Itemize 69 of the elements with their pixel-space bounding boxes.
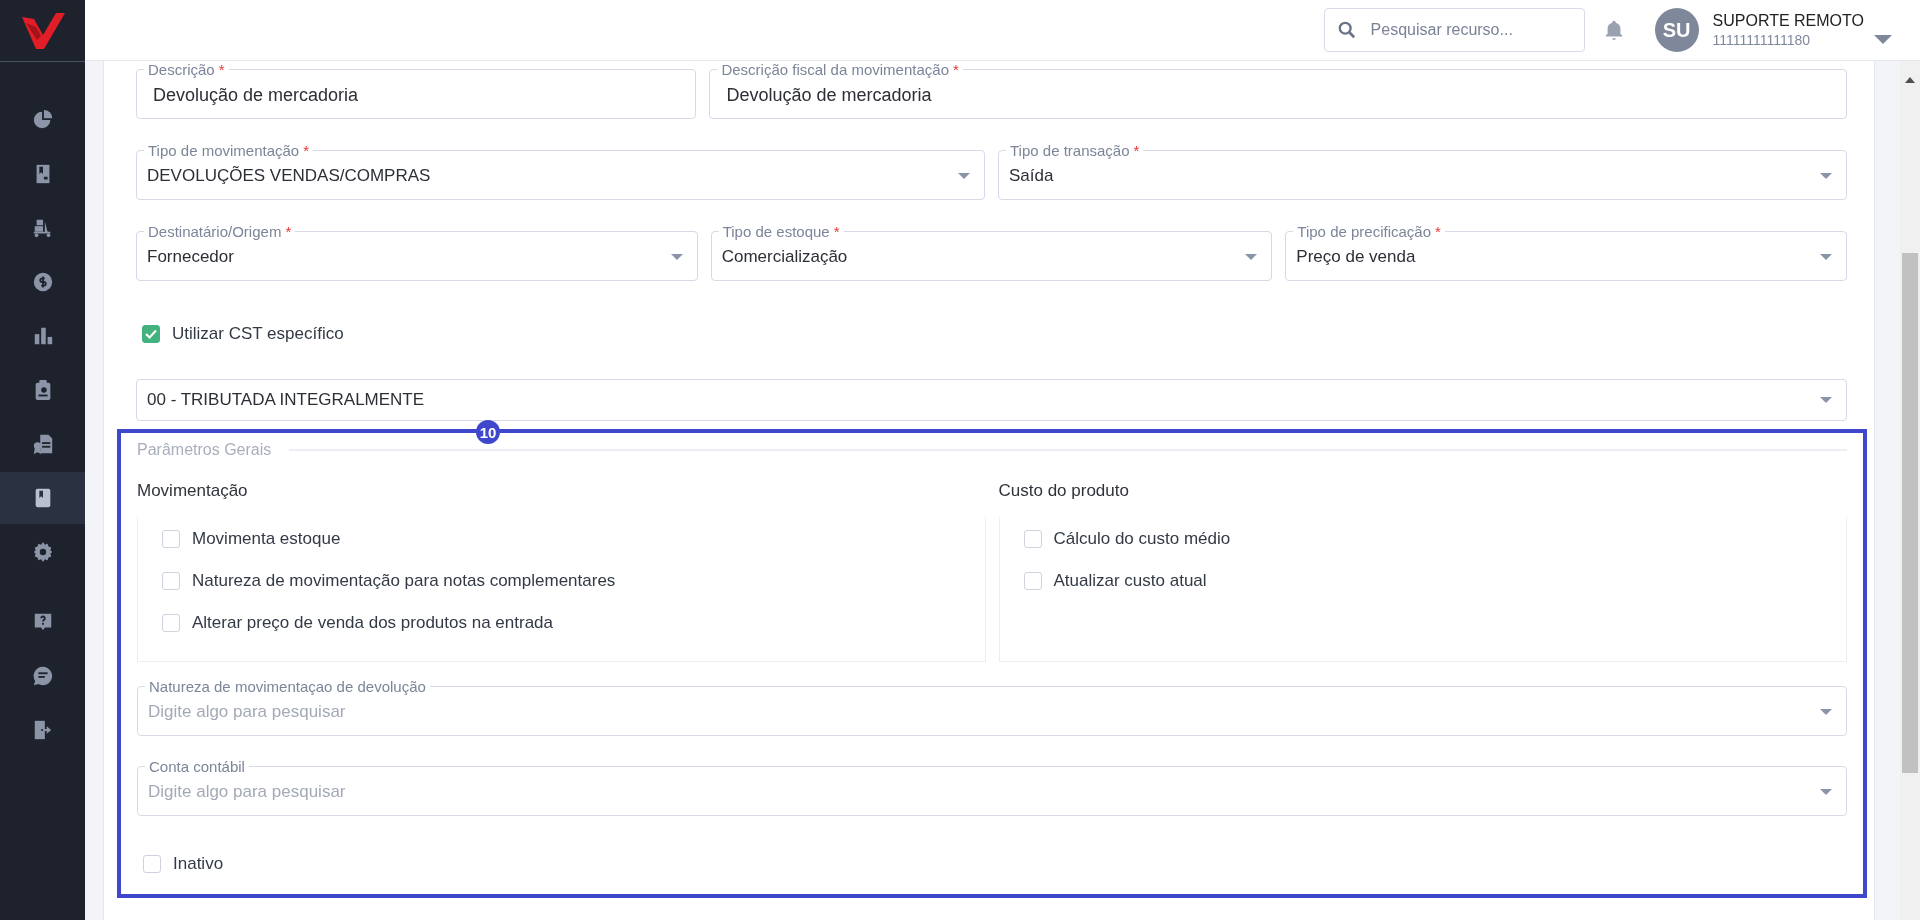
select-field[interactable]: Tipo de precificação * Preço de venda <box>1285 223 1847 281</box>
checkbox[interactable] <box>162 530 180 548</box>
checkbox-label: Utilizar CST específico <box>172 324 344 344</box>
text-field[interactable]: Descrição * Devolução de mercadoria <box>136 61 697 119</box>
field-placeholder: Digite algo para pesquisar <box>148 782 347 802</box>
caret-icon[interactable] <box>1874 34 1892 44</box>
field-label: Destinatário/Origem * <box>147 223 293 240</box>
checkbox-label: Atualizar custo atual <box>1053 571 1207 591</box>
checkbox[interactable] <box>1023 530 1042 548</box>
checkbox-label: Alterar preço de venda dos produtos na entrada <box>192 613 554 633</box>
step-badge: 10 <box>476 420 500 444</box>
checkbox-label: Inativo <box>173 854 224 874</box>
select-field[interactable]: Tipo de movimentação * DEVOLUÇÕES VENDAS/COMPRAS <box>136 142 985 200</box>
user-id: 11111111111180 <box>1712 32 1812 48</box>
checkbox[interactable] <box>143 855 161 873</box>
checkbox[interactable] <box>162 572 180 590</box>
field-value: Preço de venda <box>1296 247 1417 267</box>
field-value: 00 - TRIBUTADA INTEGRALMENTE <box>147 390 426 410</box>
dropdown-caret-icon[interactable] <box>958 173 970 179</box>
sidebar-item[interactable] <box>0 472 85 524</box>
field-value: Saída <box>1009 166 1055 186</box>
field-label: Descrição * <box>147 61 226 78</box>
section-title: Parâmetros Gerais <box>137 441 272 459</box>
select-field[interactable]: Tipo de transação * Saída <box>998 142 1847 200</box>
group-title: Custo do produto <box>998 481 1130 501</box>
dropdown-caret-icon[interactable] <box>1820 173 1832 179</box>
search-select-field[interactable]: Natureza de movimentaçao de devolução Digite algo para pesquisar <box>137 678 1847 736</box>
dropdown-caret-icon[interactable] <box>1820 789 1832 795</box>
checkbox-label: Movimenta estoque <box>192 529 341 549</box>
pie-chart-icon <box>31 109 54 131</box>
field-label: Tipo de precificação * <box>1296 223 1442 240</box>
dropdown-caret-icon[interactable] <box>1820 254 1832 260</box>
field-label: Natureza de movimentaçao de devolução <box>148 678 427 695</box>
field-placeholder: Digite algo para pesquisar <box>148 702 347 722</box>
logo-icon <box>19 10 66 51</box>
field-label: Descrição fiscal da movimentação * <box>720 61 960 78</box>
dollar-icon <box>31 271 54 293</box>
settings-icon <box>31 541 54 563</box>
search-field[interactable]: Pesquisar recurso... <box>1323 8 1585 52</box>
select-field[interactable]: 00 - TRIBUTADA INTEGRALMENTE <box>136 379 1847 421</box>
select-field[interactable]: Destinatário/Origem * Fornecedor <box>136 223 698 281</box>
chat-icon <box>31 665 54 687</box>
field-value: Comercialização <box>721 247 849 267</box>
checkbox-label: Natureza de movimentação para notas complementares <box>192 571 616 591</box>
user-avatar[interactable]: SU <box>1654 8 1699 52</box>
field-label: Conta contábil <box>148 758 246 775</box>
field-label: Tipo de estoque * <box>721 223 841 240</box>
field-value: Fornecedor <box>147 247 235 267</box>
select-field[interactable]: Tipo de estoque * Comercialização <box>710 223 1273 281</box>
field-label: Tipo de movimentação * <box>147 142 311 159</box>
user-name: SUPORTE REMOTO <box>1712 12 1864 30</box>
checkbox-label: Cálculo do custo médio <box>1053 529 1231 549</box>
field-value: Devolução de mercadoria <box>725 84 933 106</box>
group-title: Movimentação <box>137 481 249 501</box>
dropdown-caret-icon[interactable] <box>1820 709 1832 715</box>
field-value: DEVOLUÇÕES VENDAS/COMPRAS <box>147 166 432 186</box>
checkbox[interactable] <box>162 614 180 632</box>
dropdown-caret-icon[interactable] <box>1245 254 1258 260</box>
document-certificate-icon <box>31 433 54 455</box>
field-value: Devolução de mercadoria <box>152 84 360 106</box>
dropdown-caret-icon[interactable] <box>1820 397 1832 403</box>
field-label: Tipo de transação * <box>1009 142 1141 159</box>
search-select-field[interactable]: Conta contábil Digite algo para pesquisar <box>137 758 1847 816</box>
checkbox[interactable] <box>1023 572 1042 590</box>
search-icon <box>1337 21 1356 39</box>
scrollbar[interactable] <box>1900 61 1920 920</box>
text-field[interactable]: Descrição fiscal da movimentação * Devolução de mercadoria <box>709 61 1847 119</box>
checkbox[interactable] <box>142 325 160 343</box>
dropdown-caret-icon[interactable] <box>670 254 683 260</box>
